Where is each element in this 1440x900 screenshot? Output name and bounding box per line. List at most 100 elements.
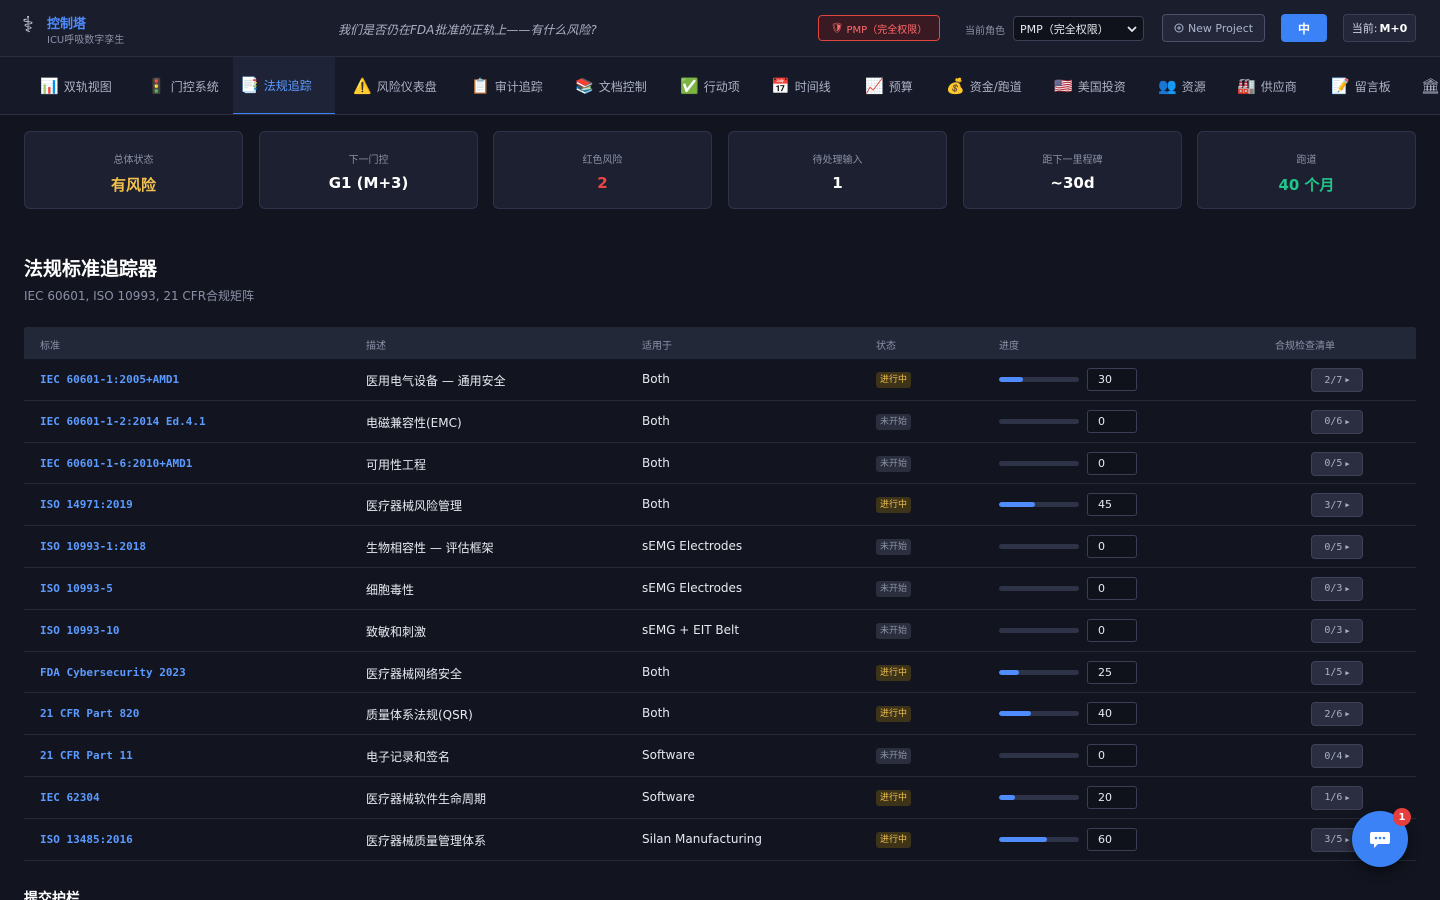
progress-bar [999,836,1079,842]
tab-resources[interactable]: 👥 资源 [1151,57,1213,114]
stat-value: G1 (M+3) [328,174,409,192]
shield-icon: 🛡 [830,22,844,34]
progress-bar [999,460,1079,466]
play-triangle-icon: ▶ [1345,543,1350,552]
checklist-toggle-button[interactable]: 2/6 ▶ [1311,702,1363,727]
standard-link[interactable]: ISO 10993-1:2018 [40,540,146,553]
status-badge: 未开始 [876,413,912,430]
standard-link[interactable]: 21 CFR Part 11 [40,749,133,762]
progress-input[interactable]: 25 [1087,660,1137,684]
tab-timeline[interactable]: 📅 时间线 [764,57,838,114]
table-row: ISO 10993-5 细胞毒性 sEMG Electrodes 未开始 0 0… [24,568,1416,610]
books-icon: 📚 [575,77,594,95]
current-month-indicator[interactable]: 当前: M+0 [1343,14,1416,42]
standard-description: 医疗器械风险管理 [366,499,463,514]
table-row: ISO 13485:2016 医疗器械质量管理体系 Silan Manufact… [24,819,1416,861]
standard-link[interactable]: IEC 60601-1-6:2010+AMD1 [40,457,192,470]
standard-link[interactable]: IEC 60601-1:2005+AMD1 [40,373,179,386]
progress-input[interactable]: 0 [1087,618,1137,642]
tab-us-investment[interactable]: 🇺🇸 美国投资 [1047,57,1133,114]
tab-message-board[interactable]: 📝 留言板 [1324,57,1398,114]
standard-description: 医疗器械网络安全 [366,666,463,681]
tab-label: 行动项 [703,79,740,94]
progress-input[interactable]: 40 [1087,702,1137,726]
tab-funding-runway[interactable]: 💰 资金/跑道 [939,57,1029,114]
stat-value: ~30d [1050,174,1095,192]
tab-budget[interactable]: 📈 预算 [858,57,920,114]
standard-link[interactable]: FDA Cybersecurity 2023 [40,666,186,679]
standard-link[interactable]: ISO 10993-10 [40,624,119,637]
checklist-toggle-button[interactable]: 0/5 ▶ [1311,535,1363,560]
standard-link[interactable]: IEC 62304 [40,791,100,804]
new-project-button[interactable]: New Project [1162,14,1265,42]
standard-description: 医疗器械软件生命周期 [366,791,487,806]
tab-action-items[interactable]: ✅ 行动项 [673,57,747,114]
progress-input[interactable]: 20 [1087,785,1137,809]
submission-guardrails-title: 提交护栏 [24,891,80,900]
stat-value: 有风险 [110,176,156,194]
checklist-toggle-button[interactable]: 2/7 ▶ [1311,368,1363,392]
standard-link[interactable]: ISO 14971:2019 [40,498,133,511]
standard-description: 可用性工程 [366,457,427,472]
progress-input[interactable]: 0 [1087,744,1137,768]
tab-audit-trail[interactable]: 📋 审计追踪 [464,57,550,114]
app-title: 控制塔 [47,17,87,32]
role-select[interactable]: PMP（完全权限） [1013,16,1144,41]
checklist-toggle-button[interactable]: 0/5 ▶ [1311,451,1363,476]
checklist-toggle-button[interactable]: 1/5 ▶ [1311,660,1363,685]
column-header-checklist: 合规检查清单 [1275,341,1335,352]
checklist-count: 0/4 [1324,750,1343,762]
standard-description: 致敏和刺激 [366,624,427,639]
progress-bar [999,753,1079,759]
progress-input[interactable]: 0 [1087,451,1137,475]
progress-input[interactable]: 0 [1087,409,1137,433]
table-row: ISO 10993-10 致敏和刺激 sEMG + EIT Belt 未开始 0… [24,610,1416,652]
tab-overflow[interactable]: 🏛 [1414,57,1440,114]
standard-link[interactable]: ISO 13485:2016 [40,833,133,846]
play-triangle-icon: ▶ [1345,626,1350,635]
status-badge: 未开始 [876,455,912,472]
table-header: 标准 描述 适用于 状态 进度 合规检查清单 [24,327,1416,359]
status-badge: 未开始 [876,748,912,765]
tab-dual-track[interactable]: 📊 双轨视图 [33,57,119,114]
stat-label: 距下一里程碑 [1042,155,1103,166]
checklist-count: 0/5 [1324,458,1343,470]
checkmark-icon: ✅ [680,77,699,95]
progress-input[interactable]: 0 [1087,576,1137,600]
standard-link[interactable]: IEC 60601-1-2:2014 Ed.4.1 [40,415,206,428]
play-triangle-icon: ▶ [1345,376,1350,384]
column-header-progress: 进度 [999,341,1019,352]
stat-value: 1 [832,174,843,192]
checklist-toggle-button[interactable]: 0/3 ▶ [1311,576,1363,601]
status-badge: 进行中 [876,497,912,514]
checklist-toggle-button[interactable]: 1/6 ▶ [1311,785,1363,810]
standard-link[interactable]: 21 CFR Part 820 [40,707,139,720]
tab-label: 法规追踪 [263,78,312,93]
play-triangle-icon: ▶ [1345,710,1350,719]
traffic-light-icon: 🚦 [147,77,166,95]
standard-description: 细胞毒性 [366,582,415,597]
notification-badge: 1 [1393,808,1411,826]
progress-input[interactable]: 30 [1087,368,1137,391]
tab-label: 门控系统 [170,79,219,94]
standard-link[interactable]: ISO 10993-5 [40,582,113,595]
memo-icon: 📝 [1331,77,1350,95]
progress-input[interactable]: 0 [1087,535,1137,559]
checklist-toggle-button[interactable]: 0/3 ▶ [1311,618,1363,643]
language-toggle-button[interactable]: 中 [1281,14,1327,42]
app-subtitle: ICU呼吸数字孪生 [47,35,125,46]
checklist-count: 3/5 [1324,834,1343,846]
tab-suppliers[interactable]: 🏭 供应商 [1230,57,1304,114]
tab-gate-system[interactable]: 🚦 门控系统 [140,57,226,114]
progress-input[interactable]: 45 [1087,493,1137,517]
role-label: 当前角色 [965,26,1005,37]
progress-input[interactable]: 60 [1087,827,1137,851]
tab-document-control[interactable]: 📚 文档控制 [568,57,654,114]
checklist-toggle-button[interactable]: 0/4 ▶ [1311,744,1363,769]
applies-to: Silan Manufacturing [642,831,762,846]
tab-regulatory-tracker[interactable]: 📑 法规追踪 [233,57,335,114]
applies-to: Both [642,372,670,386]
checklist-toggle-button[interactable]: 3/7 ▶ [1311,493,1363,518]
checklist-toggle-button[interactable]: 0/6 ▶ [1311,409,1363,434]
tab-risk-dashboard[interactable]: ⚠️ 风险仪表盘 [346,57,444,114]
